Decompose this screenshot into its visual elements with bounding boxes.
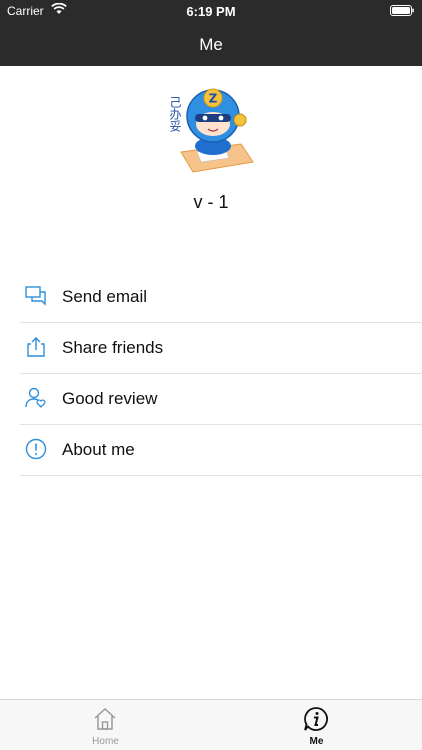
tab-label-me: Me <box>309 736 324 747</box>
logo-text: 己办妥 <box>168 96 182 132</box>
info-circle-icon <box>25 438 47 460</box>
settings-menu: Send email Share friends Good review Abo… <box>20 272 422 476</box>
menu-label-share-friends: Share friends <box>62 338 164 357</box>
battery-icon <box>390 5 414 16</box>
menu-item-share-friends[interactable]: Share friends <box>20 323 422 374</box>
main-content: 己办妥 Z v - 1 Send email Share friends Goo… <box>0 66 422 699</box>
menu-label-send-email: Send email <box>62 287 148 306</box>
mascot-avatar: 己办妥 Z <box>168 88 254 173</box>
app-version: v - 1 <box>193 192 229 212</box>
chat-bubbles-icon <box>25 286 46 306</box>
menu-label-good-review: Good review <box>62 389 158 408</box>
svg-text:Z: Z <box>209 92 218 106</box>
navigation-bar: Me <box>0 22 422 66</box>
tab-label-home: Home <box>92 736 119 747</box>
home-icon <box>94 707 116 730</box>
tab-bar: Home Me <box>0 699 422 750</box>
share-icon <box>27 337 45 357</box>
status-bar: Carrier 6:19 PM <box>0 0 422 22</box>
menu-label-about-me: About me <box>62 440 135 459</box>
tab-home[interactable]: Home <box>0 700 211 750</box>
menu-item-good-review[interactable]: Good review <box>20 374 422 425</box>
clock: 6:19 PM <box>186 4 236 19</box>
user-heart-icon <box>25 387 46 408</box>
info-bubble-icon <box>304 707 328 731</box>
menu-item-about-me[interactable]: About me <box>20 425 422 476</box>
page-title: Me <box>199 35 223 54</box>
tab-me[interactable]: Me <box>211 700 422 750</box>
menu-item-send-email[interactable]: Send email <box>20 272 422 323</box>
